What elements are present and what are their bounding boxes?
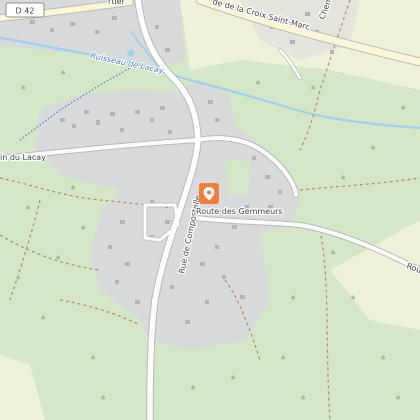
location-marker[interactable] [199,183,219,204]
svg-text:♠: ♠ [310,84,316,92]
pond [127,49,135,57]
svg-text:♠: ♠ [300,394,306,402]
svg-text:♠: ♠ [55,254,61,262]
svg-text:♠: ♠ [70,184,76,192]
road-badge-label: D 42 [16,7,35,16]
place-label-top-partial: rtier [108,0,126,6]
svg-text:♠: ♠ [255,79,261,87]
svg-text:♠: ♠ [380,354,386,362]
svg-text:♠: ♠ [100,394,106,402]
svg-text:♠: ♠ [230,374,236,382]
svg-text:♠: ♠ [340,174,346,182]
svg-text:♠: ♠ [400,104,406,112]
svg-text:♠: ♠ [90,354,96,362]
svg-text:♠: ♠ [395,394,401,402]
svg-text:♠: ♠ [370,144,376,152]
map-canvas[interactable]: ♠ ♠ ♠ ♠ ♠ ♠ ♠ ♠ ♠ ♠ ♠ ♠ ♠ ♠ ♠ ♠ ♠ ♠ ♠ ♠ ♠ ♠ ♠ ♠ D 42 rti… [0,0,420,420]
svg-text:♠: ♠ [80,224,86,232]
svg-text:♠: ♠ [190,384,196,392]
svg-text:♠: ♠ [25,204,31,212]
svg-text:♠: ♠ [40,314,46,322]
svg-text:♠: ♠ [280,354,286,362]
svg-text:♠: ♠ [350,294,356,302]
svg-text:♠: ♠ [290,294,296,302]
svg-text:♠: ♠ [15,274,21,282]
road-number-badge: D 42 [5,2,45,18]
svg-text:♠: ♠ [60,69,66,77]
svg-text:♠: ♠ [330,249,336,257]
green-patch [225,160,250,195]
road-label-route-des-gemmeurs: Route des Gemmeurs [196,207,283,216]
svg-text:♠: ♠ [20,84,26,92]
road-label-chemin-du-lacay: in du Lacay [0,153,46,162]
